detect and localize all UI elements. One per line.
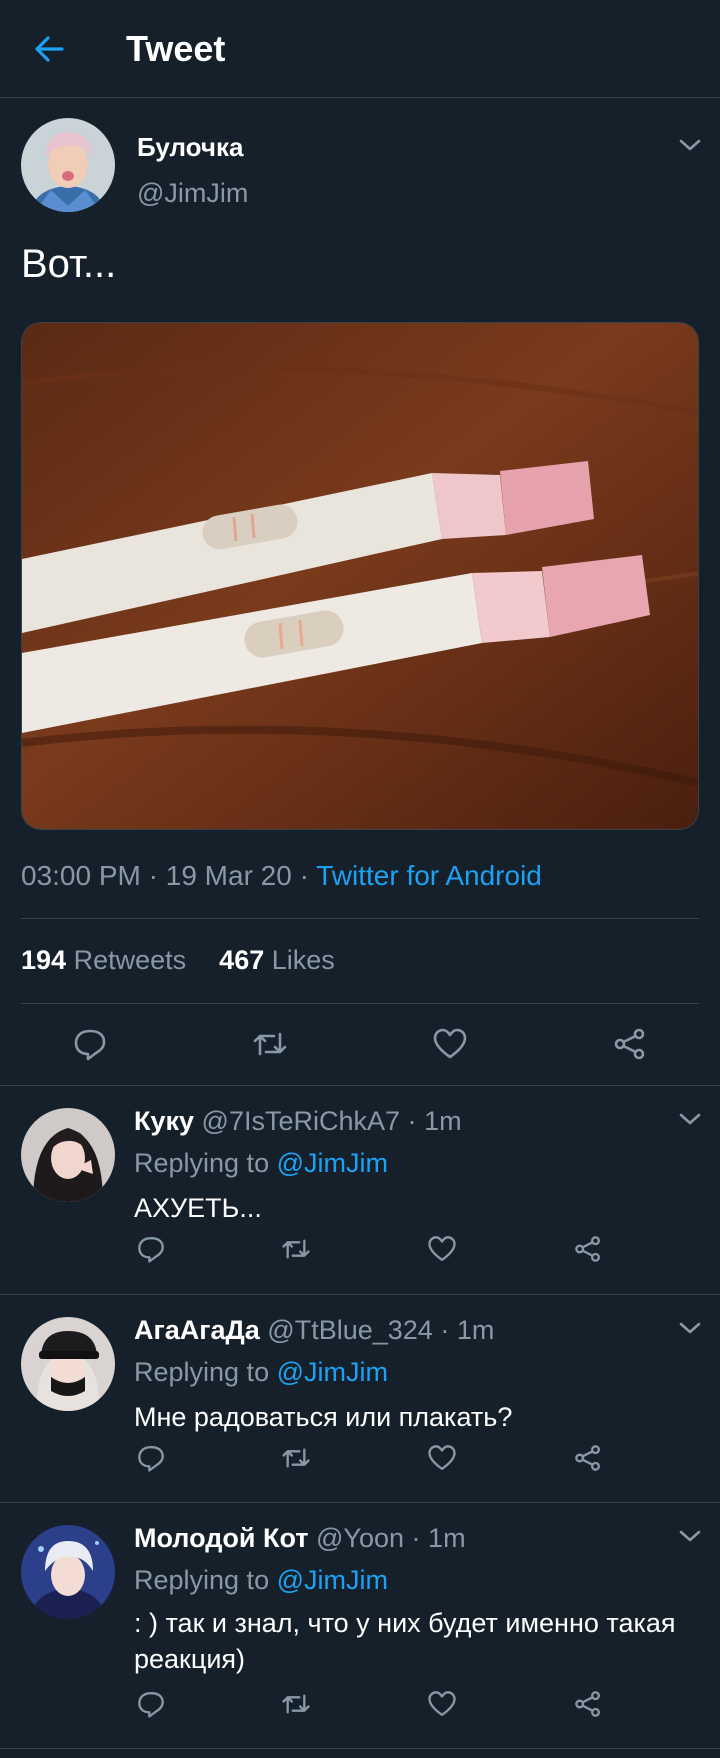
reply-author-name[interactable]: АгаАгаДа [134, 1315, 260, 1345]
divider [21, 918, 699, 919]
replying-to: Replying to @JimJim [134, 1357, 388, 1388]
likes-count: 467 [219, 945, 265, 975]
reply-icon[interactable] [136, 1689, 166, 1719]
share-icon[interactable] [573, 1689, 603, 1719]
reply-text: АХУЕТЬ... [134, 1193, 262, 1223]
replying-to-link[interactable]: @JimJim [277, 1565, 388, 1595]
like-icon[interactable] [432, 1026, 468, 1062]
divider [0, 1748, 720, 1749]
retweet-icon[interactable] [252, 1026, 288, 1062]
back-arrow-icon[interactable] [32, 32, 66, 66]
likes-stat[interactable]: 467 Likes [219, 945, 335, 975]
reply-author-handle[interactable]: @7IsTeRiChkA7 [202, 1106, 400, 1136]
reply-header: Молодой Кот @Yoon · 1m [134, 1523, 466, 1554]
chevron-down-icon[interactable] [677, 1319, 703, 1337]
reply-tweet[interactable]: АгаАгаДа @TtBlue_324 · 1m Replying to @J… [0, 1295, 720, 1503]
author-name[interactable]: Булочка [137, 132, 243, 163]
reply-tweet[interactable]: Куку @7IsTeRiChkA7 · 1m Replying to @Jim… [0, 1086, 720, 1294]
reply-avatar[interactable] [21, 1108, 115, 1202]
share-icon[interactable] [612, 1026, 648, 1062]
separator: · [291, 860, 317, 891]
divider [21, 1003, 699, 1004]
reply-author-name[interactable]: Куку [134, 1106, 194, 1136]
tweet-date: 19 Mar 20 [165, 860, 292, 891]
separator: · [140, 860, 166, 891]
separator: · [411, 1523, 421, 1553]
replying-to: Replying to @JimJim [134, 1148, 388, 1179]
tweet-metadata: 03:00 PM · 19 Mar 20 · Twitter for Andro… [21, 860, 542, 892]
top-bar: Tweet [0, 0, 720, 98]
retweet-icon[interactable] [281, 1689, 311, 1719]
like-icon[interactable] [427, 1234, 457, 1264]
likes-label: Likes [271, 945, 335, 975]
chevron-down-icon[interactable] [677, 1110, 703, 1128]
author-handle[interactable]: @JimJim [137, 178, 248, 209]
reply-header: Куку @7IsTeRiChkA7 · 1m [134, 1106, 462, 1137]
reply-author-handle[interactable]: @Yoon [316, 1523, 404, 1553]
page-title: Tweet [126, 28, 226, 69]
retweet-icon[interactable] [281, 1234, 311, 1264]
replying-to-label: Replying to [134, 1357, 270, 1387]
reply-tweet[interactable]: Молодой Кот @Yoon · 1m Replying to @JimJ… [0, 1503, 720, 1753]
reply-author-name[interactable]: Молодой Кот [134, 1523, 309, 1553]
tweet-source-link[interactable]: Twitter for Android [316, 860, 542, 891]
retweets-label: Retweets [73, 945, 187, 975]
reply-time: 1m [424, 1106, 462, 1136]
retweets-count: 194 [21, 945, 67, 975]
reply-text: : ) так и знал, что у них будет именно т… [134, 1608, 676, 1674]
reply-icon[interactable] [136, 1234, 166, 1264]
reply-icon[interactable] [136, 1443, 166, 1473]
reply-avatar[interactable] [21, 1317, 115, 1411]
retweet-icon[interactable] [281, 1443, 311, 1473]
tweet-time: 03:00 PM [21, 860, 141, 891]
reply-header: АгаАгаДа @TtBlue_324 · 1m [134, 1315, 494, 1346]
reply-author-handle[interactable]: @TtBlue_324 [267, 1315, 433, 1345]
like-icon[interactable] [427, 1689, 457, 1719]
reply-avatar[interactable] [21, 1525, 115, 1619]
replying-to-label: Replying to [134, 1565, 270, 1595]
author-avatar[interactable] [21, 118, 115, 212]
reply-icon[interactable] [72, 1026, 108, 1062]
share-icon[interactable] [573, 1234, 603, 1264]
chevron-down-icon[interactable] [677, 1527, 703, 1545]
reply-text: Мне радоваться или плакать? [134, 1402, 513, 1432]
separator: · [440, 1315, 450, 1345]
reply-time: 1m [428, 1523, 466, 1553]
share-icon[interactable] [573, 1443, 603, 1473]
chevron-down-icon[interactable] [677, 136, 703, 154]
retweets-stat[interactable]: 194 Retweets [21, 945, 186, 975]
tweet-photo[interactable] [21, 322, 699, 830]
reply-time: 1m [456, 1315, 495, 1345]
separator: · [407, 1106, 417, 1136]
replying-to-label: Replying to [134, 1148, 270, 1178]
replying-to-link[interactable]: @JimJim [277, 1357, 388, 1387]
tweet-stats: 194 Retweets 467 Likes [21, 945, 335, 976]
tweet-text: Вот... [21, 242, 117, 286]
like-icon[interactable] [427, 1443, 457, 1473]
replying-to: Replying to @JimJim [134, 1565, 388, 1596]
replying-to-link[interactable]: @JimJim [277, 1148, 388, 1178]
